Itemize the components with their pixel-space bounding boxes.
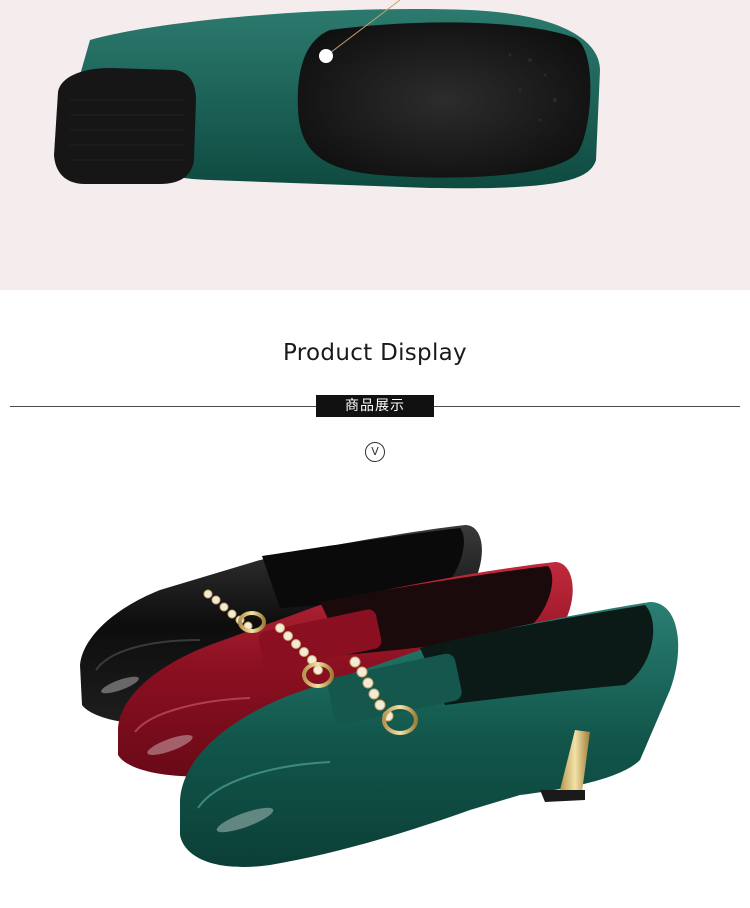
- annotation-dot: [319, 49, 333, 63]
- shoe-sole: [297, 22, 591, 178]
- shoe-heel: [54, 68, 196, 184]
- shoe-sole-photo: [0, 0, 750, 290]
- scroll-down-marker: V: [365, 442, 385, 462]
- section-badge: 商品展示: [316, 395, 434, 417]
- product-display-photo: [0, 490, 750, 908]
- section-title: Product Display: [283, 340, 467, 366]
